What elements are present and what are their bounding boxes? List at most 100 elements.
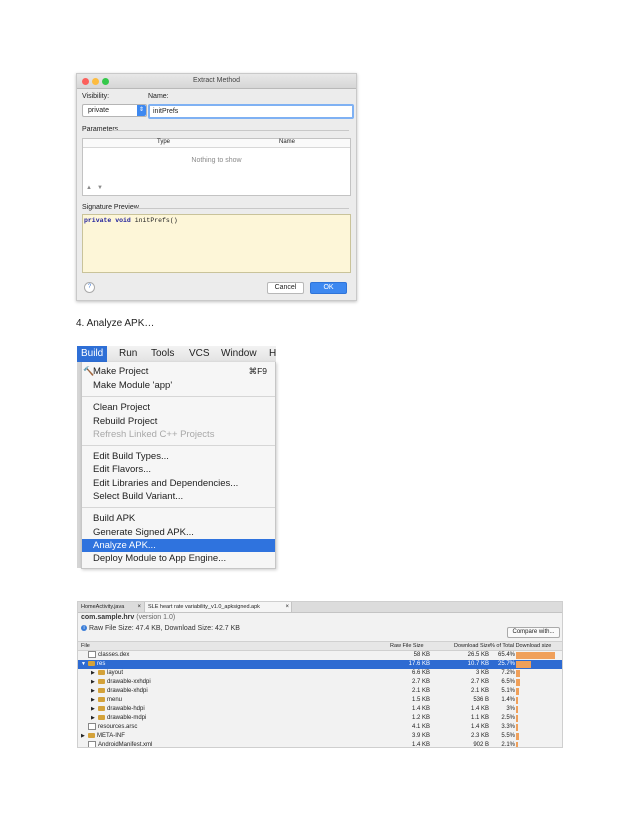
download-size-cell: 902 B — [473, 742, 489, 748]
collapsed-arrow-icon[interactable]: ▶ — [91, 714, 98, 723]
collapsed-arrow-icon[interactable]: ▶ — [91, 696, 98, 705]
menu-item-label: Make Module 'app' — [93, 380, 173, 391]
file-name-cell: ▼ res — [81, 660, 105, 669]
menu-item-make-module[interactable]: Make Module 'app' — [82, 379, 275, 392]
table-row[interactable]: ▶ META-INF 3.9 KB 2.3 KB 5.5% — [78, 732, 562, 741]
signature-method: initPrefs() — [130, 217, 178, 224]
table-row[interactable]: resources.arsc 4.1 KB 1.4 KB 3.3% — [78, 723, 562, 732]
table-row[interactable]: ▶ layout 6.6 KB 3 KB 7.2% — [78, 669, 562, 678]
size-percent-bar — [516, 733, 520, 740]
download-size-cell: 1.4 KB — [470, 724, 489, 730]
table-row[interactable]: ▶ drawable-mdpi 1.2 KB 1.1 KB 2.5% — [78, 714, 562, 723]
column-header-file[interactable]: File — [81, 642, 90, 650]
menu-item-make-project[interactable]: 🔨 Make Project ⌘F9 — [82, 365, 275, 378]
column-header-raw-size[interactable]: Raw File Size — [390, 642, 424, 650]
percent-cell: 5.5% — [501, 733, 515, 739]
menu-separator — [82, 396, 275, 397]
folder-icon — [98, 687, 105, 693]
column-header-type[interactable]: Type — [157, 139, 170, 145]
menu-item-edit-build-types[interactable]: Edit Build Types... — [82, 450, 275, 463]
folder-icon — [88, 660, 95, 666]
download-size-cell: 26.5 KB — [467, 652, 489, 658]
collapsed-arrow-icon[interactable]: ▶ — [91, 705, 98, 714]
download-size-cell: 2.7 KB — [470, 679, 489, 685]
percent-cell: 5.1% — [501, 688, 515, 694]
percent-cell: 2.5% — [501, 715, 515, 721]
folder-icon — [98, 705, 105, 711]
column-header-download-size[interactable]: Download Size — [454, 642, 491, 650]
table-row[interactable]: ▶ drawable-hdpi 1.4 KB 1.4 KB 3% — [78, 705, 562, 714]
method-name-input[interactable]: initPrefs — [148, 104, 354, 119]
size-percent-bar — [516, 679, 520, 686]
table-row[interactable]: AndroidManifest.xml 1.4 KB 902 B 2.1% — [78, 741, 562, 748]
menu-item-analyze-apk[interactable]: Analyze APK... — [82, 539, 275, 552]
file-icon — [88, 741, 96, 747]
package-version: (version 1.0) — [136, 614, 176, 621]
divider — [112, 130, 349, 131]
move-up-icon[interactable]: ▲ — [86, 185, 92, 191]
percent-cell: 1.4% — [501, 697, 515, 703]
raw-size-cell: 17.6 KB — [408, 661, 430, 667]
menu-item-select-build-variant[interactable]: Select Build Variant... — [82, 490, 275, 503]
raw-size-cell: 1.4 KB — [411, 742, 430, 748]
table-row[interactable]: ▶ drawable-xxhdpi 2.7 KB 2.7 KB 6.5% — [78, 678, 562, 687]
visibility-label: Visibility: — [82, 93, 110, 100]
table-row[interactable]: ▶ menu 1.5 KB 536 B 1.4% — [78, 696, 562, 705]
apk-analyzer-panel: HomeActivity.java × SLE heart rate varia… — [77, 601, 563, 748]
collapsed-arrow-icon[interactable]: ▶ — [91, 669, 98, 678]
percent-cell: 7.2% — [501, 670, 515, 676]
menu-item-edit-flavors[interactable]: Edit Flavors... — [82, 463, 275, 476]
download-size-cell: 10.7 KB — [467, 661, 489, 667]
collapsed-arrow-icon[interactable]: ▶ — [91, 678, 98, 687]
parameters-table[interactable]: Type Name Nothing to show — [82, 138, 351, 196]
table-row[interactable]: classes.dex 58 KB 26.5 KB 65.4% — [78, 651, 562, 660]
parameters-table-header: Type Name — [83, 139, 350, 148]
cancel-button[interactable]: Cancel — [267, 282, 304, 294]
close-tab-icon[interactable]: × — [285, 602, 289, 612]
menu-item-label: Generate Signed APK... — [93, 527, 194, 538]
file-name-cell: ▶ drawable-xhdpi — [91, 687, 148, 696]
move-down-icon[interactable]: ▼ — [97, 185, 103, 191]
expanded-arrow-icon[interactable]: ▼ — [81, 660, 88, 669]
menu-item-clean-project[interactable]: Clean Project — [82, 401, 275, 414]
tab-apk-file[interactable]: SLE heart rate variability_v1.0_apksigne… — [144, 602, 292, 612]
signature-preview-label: Signature Preview — [82, 204, 139, 211]
column-header-name[interactable]: Name — [279, 139, 295, 145]
table-row[interactable]: ▼ res 17.6 KB 10.7 KB 25.7% — [78, 660, 562, 669]
visibility-select[interactable]: private ⇕ — [82, 104, 147, 117]
collapsed-arrow-icon[interactable]: ▶ — [91, 687, 98, 696]
signature-code: private void initPrefs() — [84, 217, 178, 224]
close-tab-icon[interactable]: × — [137, 602, 141, 612]
menu-item-build-apk[interactable]: Build APK — [82, 512, 275, 525]
size-percent-bar — [516, 742, 518, 747]
file-name-cell: ▶ menu — [91, 696, 122, 705]
download-size-cell: 1.4 KB — [470, 706, 489, 712]
ok-button[interactable]: OK — [310, 282, 347, 294]
menu-item-deploy-module[interactable]: Deploy Module to App Engine... — [82, 552, 275, 565]
divider — [134, 208, 349, 209]
help-button[interactable]: ? — [84, 282, 95, 293]
file-name: res — [97, 661, 106, 667]
table-row[interactable]: ▶ drawable-xhdpi 2.1 KB 2.1 KB 5.1% — [78, 687, 562, 696]
menu-window[interactable]: Window — [217, 346, 261, 362]
menu-help[interactable]: H — [265, 346, 276, 362]
size-percent-bar — [516, 670, 521, 677]
percent-cell: 25.7% — [497, 661, 515, 667]
menu-run[interactable]: Run — [115, 346, 141, 362]
menu-item-edit-libraries[interactable]: Edit Libraries and Dependencies... — [82, 477, 275, 490]
menu-vcs[interactable]: VCS — [185, 346, 214, 362]
collapsed-arrow-icon[interactable]: ▶ — [81, 732, 88, 741]
compare-with-button[interactable]: Compare with... — [507, 627, 560, 638]
size-percent-bar — [516, 688, 520, 695]
column-header-percent[interactable]: % of Total Download size — [490, 642, 551, 650]
file-name-cell: AndroidManifest.xml — [81, 741, 152, 747]
signature-preview: private void initPrefs() — [82, 214, 351, 273]
menu-build[interactable]: Build — [77, 346, 108, 362]
tab-homeactivity[interactable]: HomeActivity.java × — [78, 602, 143, 612]
menu-item-rebuild-project[interactable]: Rebuild Project — [82, 415, 275, 428]
dialog-title: Extract Method — [192, 77, 241, 84]
menu-item-generate-signed-apk[interactable]: Generate Signed APK... — [82, 526, 275, 539]
raw-size-cell: 6.6 KB — [411, 670, 430, 676]
raw-size-cell: 1.4 KB — [411, 706, 430, 712]
menu-tools[interactable]: Tools — [147, 346, 178, 362]
